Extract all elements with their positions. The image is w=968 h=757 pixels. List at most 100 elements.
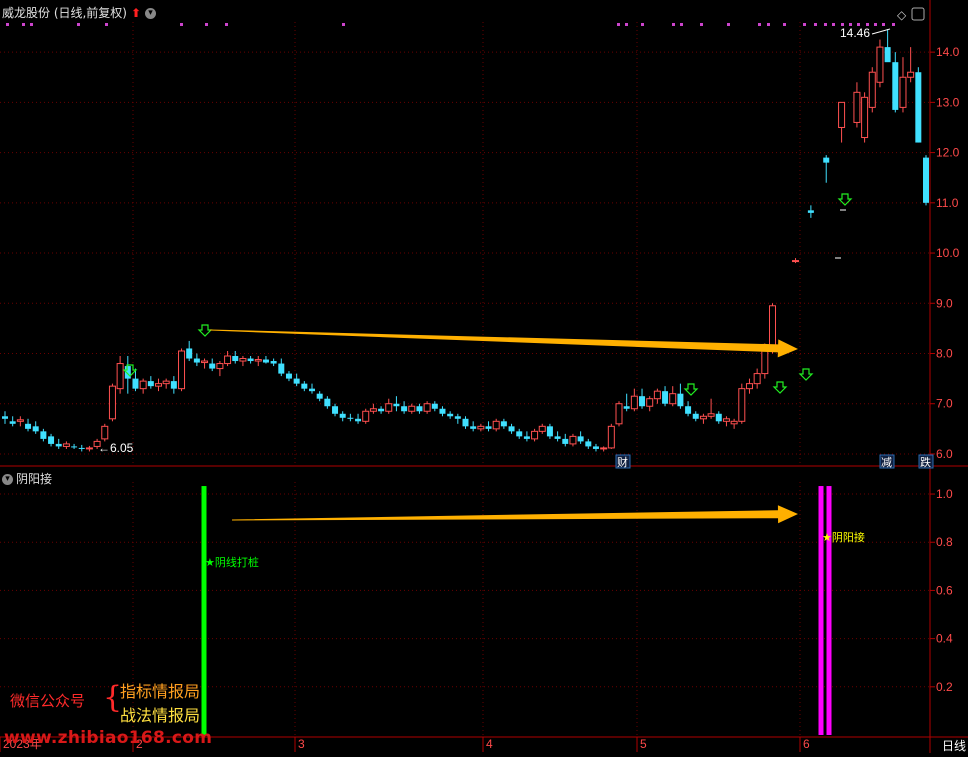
y-tick-label: 7.0 xyxy=(936,397,953,411)
candle-body-up xyxy=(630,395,638,410)
trend-arrow-main xyxy=(209,329,798,358)
candle-body-down xyxy=(677,393,684,407)
candle-body-up xyxy=(899,76,907,108)
candle-body-down xyxy=(40,431,47,439)
candle-body-down xyxy=(25,423,32,429)
candle-body-up xyxy=(62,443,70,447)
candle-body-down xyxy=(639,396,646,407)
signal-marker-dot xyxy=(727,23,730,26)
event-badge-label: 财 xyxy=(617,455,628,469)
candle-body-down xyxy=(923,157,929,203)
candle-body-down xyxy=(592,446,599,449)
candle-body-down xyxy=(447,413,454,417)
candle-body-up xyxy=(408,405,416,412)
candle-body-up xyxy=(669,393,677,405)
candle-body-down xyxy=(715,413,722,422)
y-tick-label: 11.0 xyxy=(936,196,959,210)
signal-marker-dot xyxy=(180,23,183,26)
ind-tick-label: 0.4 xyxy=(936,632,953,646)
candle-body-down xyxy=(807,210,814,213)
indicator-title-text: 阴阳接 xyxy=(16,472,53,486)
y-tick-label: 8.0 xyxy=(936,347,953,361)
candle-body-down xyxy=(516,431,523,437)
event-badge-label: 跌 xyxy=(920,455,931,469)
signal-marker-dot xyxy=(814,23,817,26)
signal-marker-dot xyxy=(105,23,108,26)
candle-body-down xyxy=(508,426,515,432)
candle-body-down xyxy=(416,406,423,412)
candle-body-up xyxy=(531,430,539,440)
candle-body-down xyxy=(470,426,477,429)
candle-body-up xyxy=(792,260,800,263)
signal-marker-dot xyxy=(882,23,885,26)
ind-tick-label: 0.2 xyxy=(936,680,953,694)
signal-marker-dot xyxy=(700,23,703,26)
candle-body-down xyxy=(623,406,630,409)
candle-body-up xyxy=(861,96,869,139)
x-tick-label: 5 xyxy=(640,737,647,751)
y-tick-label: 9.0 xyxy=(936,296,953,310)
candle-body-down xyxy=(270,361,277,364)
candle-body-down xyxy=(577,436,584,442)
candle-body-down xyxy=(355,418,362,422)
down-arrow-icon xyxy=(798,368,814,381)
signal-marker-dot xyxy=(680,23,683,26)
candle-body-up xyxy=(85,447,93,450)
watermark-wechat-label: 微信公众号 xyxy=(10,692,86,710)
candle-body-down xyxy=(332,406,339,414)
candle-body-up xyxy=(745,383,753,390)
candle-body-down xyxy=(132,378,139,389)
candle-body-down xyxy=(301,383,308,389)
candle-body-down xyxy=(431,403,438,409)
candle-body-down xyxy=(378,408,385,412)
candle-body-down xyxy=(562,438,569,444)
candle-body-up xyxy=(16,419,24,422)
x-tick-label: 4 xyxy=(486,737,493,751)
candle-body-up xyxy=(492,420,500,430)
signal-marker-dot xyxy=(22,23,25,26)
y-tick-label: 13.0 xyxy=(936,95,960,109)
x-tick-label: 3 xyxy=(298,737,305,751)
expand-icon[interactable] xyxy=(911,7,925,21)
candle-body-up xyxy=(178,350,186,390)
candle-body-down xyxy=(309,388,315,392)
signal-marker-dot xyxy=(342,23,345,26)
candle-body-down xyxy=(232,356,239,362)
candle-body-up xyxy=(769,305,776,349)
chart-stage: 6.0 7.0 8.0 9.0 10.0 11.0 12.0 13.0 14.0 0.2 0.4 0.… xyxy=(0,0,968,753)
signal-marker-dot xyxy=(803,23,806,26)
candle-body-down xyxy=(324,398,331,407)
candle-body-down xyxy=(209,363,216,369)
candle-body-up xyxy=(108,385,116,420)
indicator-title[interactable]: ▾ 阴阳接 xyxy=(2,470,52,487)
y-tick-label: 12.0 xyxy=(936,146,960,160)
signal-marker-dot xyxy=(30,23,33,26)
event-badge-label: 减 xyxy=(881,456,892,469)
candle-body-up xyxy=(615,403,623,425)
candle-body-down xyxy=(48,436,55,444)
candle-body-up xyxy=(876,46,884,83)
candle-body-down xyxy=(393,403,400,407)
candle-body-up xyxy=(201,360,209,364)
up-arrow-icon[interactable]: ⬆ xyxy=(131,6,141,20)
watermark-line-3: 战法情报局 xyxy=(120,706,201,725)
signal-label-green: ★阴线打桩 xyxy=(205,555,259,569)
candle-body-up xyxy=(699,415,707,420)
candle-body-up xyxy=(162,380,170,385)
candle-body-up xyxy=(538,425,546,432)
y-tick-label: 6.0 xyxy=(936,447,953,461)
candle-body-up xyxy=(155,383,162,387)
candle-body-up xyxy=(139,380,147,390)
candle-body-down xyxy=(485,426,492,429)
x-tick-label: 6 xyxy=(803,737,810,751)
down-arrow-icon xyxy=(683,383,699,396)
down-arrow-icon xyxy=(772,381,788,394)
candle-body-up xyxy=(369,408,377,412)
signal-marker-dot xyxy=(617,23,620,26)
y-tick-label: 14.0 xyxy=(936,45,960,59)
dropdown-icon[interactable]: ▾ xyxy=(145,8,157,19)
chart-title[interactable]: 威龙股份 (日线,前复权) ⬆ ▾ xyxy=(2,4,157,21)
candle-body-up xyxy=(116,363,124,390)
candle-body-down xyxy=(401,406,408,412)
indicator-menu-icon[interactable]: ▾ xyxy=(2,474,13,485)
